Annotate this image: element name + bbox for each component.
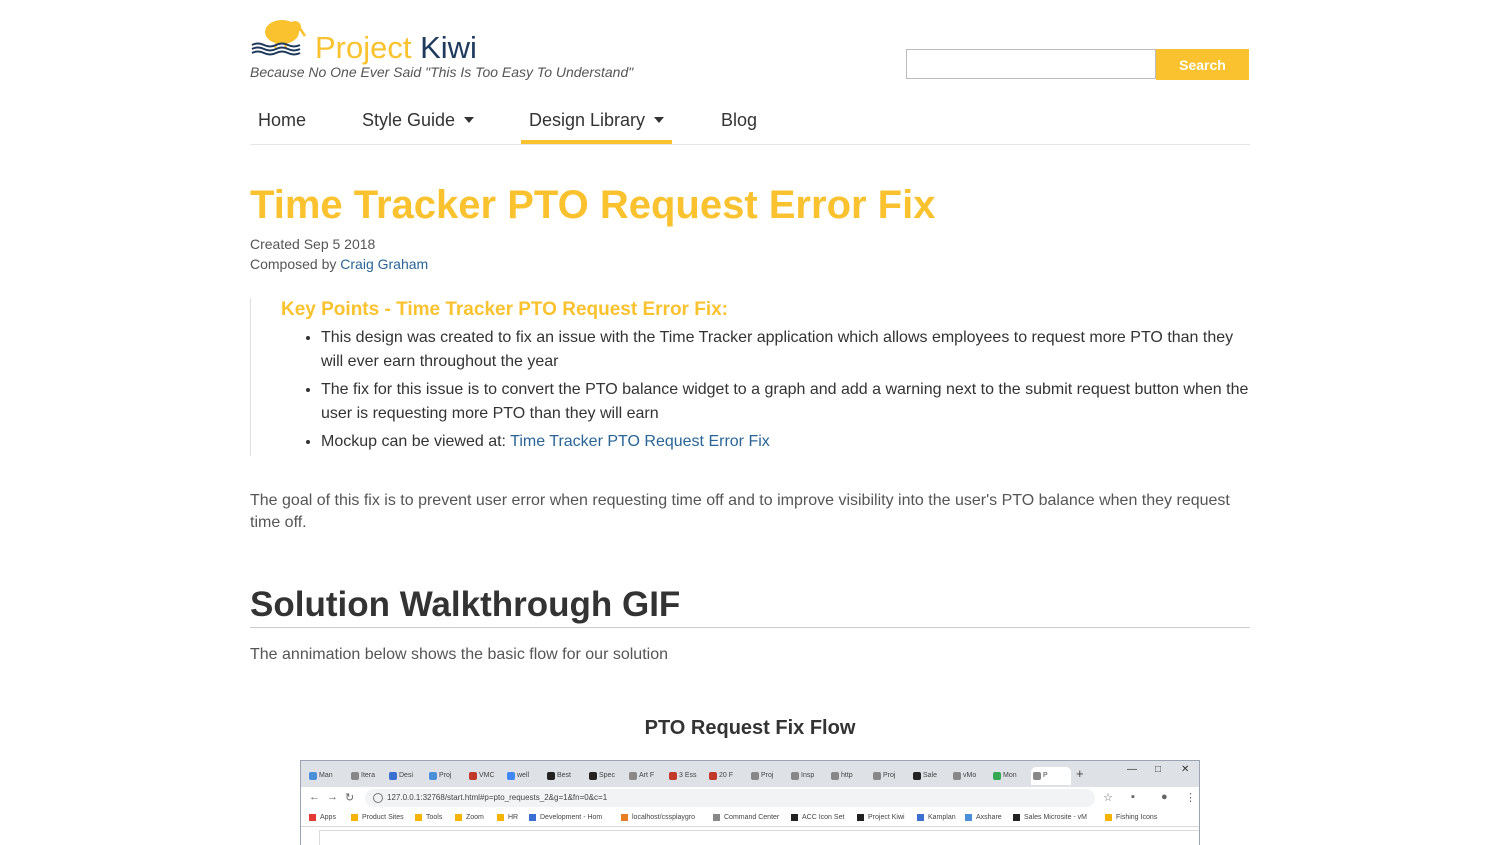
key-points-heading: Key Points - Time Tracker PTO Request Er… (281, 299, 729, 320)
key-points-block: Key Points - Time Tracker PTO Request Er… (250, 298, 1250, 456)
chevron-down-icon (464, 116, 475, 123)
bookmark-item: localhost/cssplaygro (621, 812, 695, 824)
browser-tab: 3 Ess (667, 767, 707, 785)
browser-toolbar: ← → ↻ 127.0.0.1:32768/start.html#p=pto_r… (301, 787, 1199, 809)
created-date: Created Sep 5 2018 (250, 236, 376, 252)
search-form: Search (906, 49, 1250, 80)
bookmarks-bar: Apps Product Sites Tools Zoom HR Development … (301, 809, 1199, 827)
bookmark-item: Command Center (713, 812, 779, 824)
goal-paragraph: The goal of this fix is to prevent user … (250, 492, 1230, 531)
list-item: This design was created to fix an issue … (321, 326, 1251, 374)
star-icon: ☆ (1103, 792, 1113, 804)
search-button[interactable]: Search (1156, 49, 1249, 80)
page-container: Project Kiwi Because No One Ever Said "T… (250, 0, 1250, 845)
nav-item-label: Design Library (529, 110, 646, 130)
maximize-icon: □ (1155, 764, 1162, 775)
browser-tab: Sale (911, 767, 951, 785)
browser-tab-strip: Man Itera Desi Proj VMC well Best Spec Art F3 Es… (301, 761, 1199, 787)
bookmark-item: Apps (309, 812, 336, 824)
browser-tab: Man (307, 767, 347, 785)
bookmark-item: Kamplan (917, 812, 956, 824)
reload-icon: ↻ (345, 792, 355, 804)
section-intro: The annimation below shows the basic flo… (250, 646, 668, 663)
mockup-prefix: Mockup can be viewed at: (321, 433, 511, 450)
section-heading: Solution Walkthrough GIF (250, 584, 1250, 628)
browser-page-area (301, 828, 1199, 845)
bookmark-item: HR (497, 812, 518, 824)
nav-item-blog[interactable]: Blog (713, 98, 765, 144)
address-bar: 127.0.0.1:32768/start.html#p=pto_request… (365, 789, 1095, 807)
info-icon (373, 793, 383, 803)
chevron-down-icon (654, 116, 665, 123)
browser-tab: VMC (467, 767, 507, 785)
brand-name-part2: Kiwi (420, 30, 477, 65)
bookmark-item: Axshare (965, 812, 1002, 824)
browser-tab: Art F (627, 767, 667, 785)
walkthrough-gif: Man Itera Desi Proj VMC well Best Spec Art F3 Es… (300, 760, 1200, 845)
nav-item-label: Style Guide (362, 110, 456, 130)
site-brand[interactable]: Project Kiwi Because No One Ever Said "T… (250, 18, 670, 84)
bookmark-item: Fishing Icons (1105, 812, 1157, 824)
page-title: Time Tracker PTO Request Error Fix (250, 183, 936, 227)
main-nav: Home Style Guide Design Library Blog (250, 98, 1250, 145)
article-meta: Created Sep 5 2018 Composed by Craig Gra… (250, 234, 428, 274)
nav-item-label: Home (258, 110, 307, 130)
back-arrow-icon: ← (309, 791, 320, 803)
browser-tab: P (1031, 767, 1071, 785)
list-item: Mockup can be viewed at: Time Tracker PT… (321, 430, 1251, 454)
browser-tab: vMo (951, 767, 991, 785)
search-input[interactable] (906, 49, 1156, 79)
nav-item-home[interactable]: Home (250, 98, 314, 144)
bookmark-item: ACC Icon Set (791, 812, 844, 824)
nav-item-label: Blog (721, 110, 758, 130)
composed-prefix: Composed by (250, 256, 341, 272)
figure-title: PTO Request Fix Flow (644, 717, 856, 739)
site-tagline: Because No One Ever Said "This Is Too Ea… (250, 64, 634, 80)
menu-icon: ⋮ (1185, 792, 1196, 804)
browser-tab: Best (545, 767, 585, 785)
key-points-list: This design was created to fix an issue … (321, 326, 1251, 458)
browser-tab: Insp (789, 767, 829, 785)
browser-tab: Mon (991, 767, 1031, 785)
bookmark-item: Tools (415, 812, 442, 824)
nav-item-design-library[interactable]: Design Library (521, 98, 673, 144)
nav-item-style-guide[interactable]: Style Guide (354, 98, 482, 144)
browser-tab: Desi (387, 767, 427, 785)
minimize-icon: — (1127, 764, 1137, 775)
composed-by: Composed by Craig Graham (250, 254, 428, 274)
browser-tab: Proj (871, 767, 911, 785)
brand-name-part1: Project (315, 30, 412, 65)
bookmark-item: Sales Microsite - vM (1013, 812, 1087, 824)
list-item: The fix for this issue is to convert the… (321, 378, 1251, 426)
bookmark-item: Zoom (455, 812, 484, 824)
new-tab-icon: + (1076, 766, 1084, 781)
bookmark-item: Product Sites (351, 812, 404, 824)
browser-tab: Spec (587, 767, 627, 785)
forward-arrow-icon: → (327, 791, 338, 803)
bookmark-item: Development - Hom (529, 812, 602, 824)
browser-tab: 20 F (707, 767, 747, 785)
address-url: 127.0.0.1:32768/start.html#p=pto_request… (387, 793, 608, 802)
extension-icon: ▪ (1131, 791, 1135, 803)
author-link[interactable]: Craig Graham (340, 256, 428, 272)
browser-tab: Itera (349, 767, 389, 785)
browser-tab: Proj (749, 767, 789, 785)
browser-tab: well (505, 767, 545, 785)
kiwi-bird-logo-icon (251, 20, 306, 56)
mockup-link[interactable]: Time Tracker PTO Request Error Fix (510, 433, 770, 450)
browser-tab: http (829, 767, 869, 785)
brand-name: Project Kiwi (315, 29, 477, 67)
browser-tab: Proj (427, 767, 467, 785)
profile-icon: ● (1161, 791, 1168, 803)
page-frame (319, 830, 1199, 845)
bookmark-item: Project Kiwi (857, 812, 905, 824)
close-icon: ✕ (1181, 764, 1190, 775)
